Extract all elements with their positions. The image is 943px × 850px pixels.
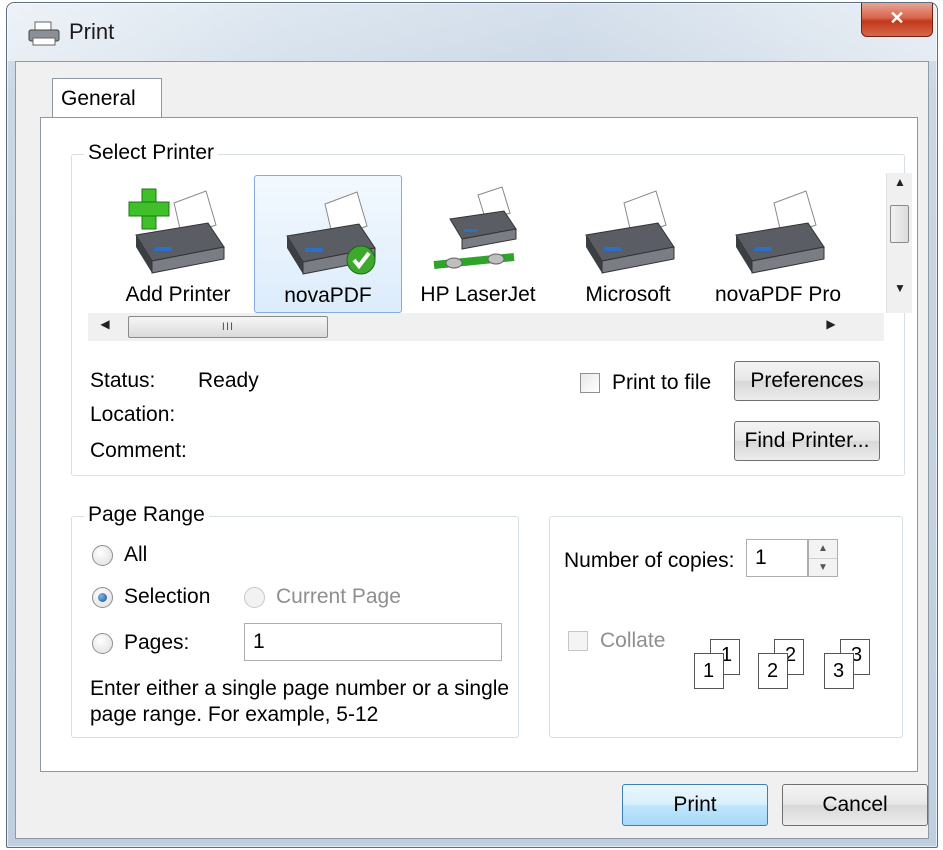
comment-label: Comment: bbox=[90, 439, 187, 462]
copies-input[interactable] bbox=[746, 539, 808, 577]
printer-list-horizontal-scrollbar[interactable]: ◀ III ▶ bbox=[88, 313, 884, 341]
horizontal-scroll-thumb[interactable]: III bbox=[128, 316, 328, 338]
collate-label: Collate bbox=[600, 629, 666, 652]
page-icon: 1 bbox=[694, 653, 724, 689]
status-label: Status: bbox=[90, 369, 156, 392]
page-range-group: Page Range All Selection Current Page Pa… bbox=[71, 503, 519, 738]
printer-label: novaPDF Pro bbox=[714, 283, 842, 306]
all-radio[interactable] bbox=[92, 545, 113, 566]
page-range-label: Page Range bbox=[84, 503, 209, 527]
tab-general[interactable]: General bbox=[52, 78, 162, 118]
collate-checkbox[interactable] bbox=[568, 631, 588, 651]
pages-radio-label[interactable]: Pages: bbox=[124, 631, 189, 655]
network-printer-icon bbox=[433, 186, 517, 269]
scroll-left-icon[interactable]: ◀ bbox=[92, 317, 118, 339]
current-page-radio[interactable] bbox=[244, 587, 265, 608]
add-printer-icon bbox=[128, 188, 225, 274]
find-printer-button[interactable]: Find Printer... bbox=[734, 421, 880, 461]
printer-item-hp-laserjet[interactable]: HP LaserJet bbox=[404, 175, 552, 313]
printer-list[interactable]: Add Printer novaPDF HP LaserJet Microsof… bbox=[88, 173, 884, 333]
printer-item-microsoft[interactable]: Microsoft bbox=[554, 175, 702, 313]
select-printer-label: Select Printer bbox=[84, 141, 219, 165]
copies-group: Number of copies: ▲ ▼ Collate 1 1 2 2 3 … bbox=[549, 516, 903, 738]
copies-spinner[interactable]: ▲ ▼ bbox=[808, 539, 838, 577]
copies-label: Number of copies: bbox=[564, 549, 735, 572]
spin-down-icon[interactable]: ▼ bbox=[809, 558, 837, 576]
print-button[interactable]: Print bbox=[622, 784, 768, 826]
printer-label: HP LaserJet bbox=[420, 283, 536, 306]
pages-radio[interactable] bbox=[92, 633, 113, 654]
dialog-body: General Select Printer Add Printer novaP… bbox=[15, 61, 929, 839]
printer-icon bbox=[735, 190, 825, 274]
select-printer-group: Select Printer Add Printer novaPDF HP La… bbox=[71, 141, 912, 476]
printer-label: Add Printer bbox=[125, 283, 231, 306]
general-tab-panel: Select Printer Add Printer novaPDF HP La… bbox=[40, 117, 918, 772]
printer-default-icon bbox=[286, 191, 376, 275]
preferences-button[interactable]: Preferences bbox=[734, 361, 880, 401]
selection-radio[interactable] bbox=[92, 587, 113, 608]
page-icon: 3 bbox=[824, 653, 854, 689]
title-bar[interactable]: Print ✕ bbox=[7, 3, 937, 61]
scroll-up-icon[interactable]: ▲ bbox=[887, 175, 913, 197]
spin-up-icon[interactable]: ▲ bbox=[809, 540, 837, 558]
close-button[interactable]: ✕ bbox=[861, 3, 933, 37]
selection-radio-label[interactable]: Selection bbox=[124, 585, 210, 609]
printer-label: Microsoft bbox=[585, 283, 671, 306]
status-value: Ready bbox=[198, 369, 259, 392]
cancel-button[interactable]: Cancel bbox=[782, 784, 928, 826]
pages-input[interactable] bbox=[244, 623, 502, 661]
current-page-radio-label: Current Page bbox=[276, 585, 401, 608]
vertical-scroll-thumb[interactable] bbox=[890, 205, 909, 243]
print-to-file-checkbox[interactable] bbox=[580, 373, 600, 393]
dialog-title: Print bbox=[69, 19, 115, 44]
page-icon: 2 bbox=[758, 653, 788, 689]
print-to-file-label[interactable]: Print to file bbox=[612, 371, 711, 395]
scroll-right-icon[interactable]: ▶ bbox=[818, 317, 844, 339]
scroll-down-icon[interactable]: ▼ bbox=[887, 281, 913, 303]
print-dialog: Print ✕ General Select Printer Add Print… bbox=[6, 2, 938, 848]
page-range-help-line2: page range. For example, 5-12 bbox=[90, 703, 379, 726]
printer-label: novaPDF bbox=[284, 284, 372, 307]
printer-item-novapdf[interactable]: novaPDF bbox=[254, 175, 402, 313]
printer-list-vertical-scrollbar[interactable]: ▲ ▼ bbox=[886, 173, 912, 313]
printer-item-novapdf-pro[interactable]: novaPDF Pro bbox=[704, 175, 852, 313]
printer-item-add-printer[interactable]: Add Printer bbox=[104, 175, 252, 313]
location-label: Location: bbox=[90, 403, 176, 426]
printer-icon bbox=[585, 190, 675, 274]
printer-icon bbox=[28, 21, 60, 46]
page-range-help-line1: Enter either a single page number or a s… bbox=[90, 677, 510, 700]
all-radio-label[interactable]: All bbox=[124, 543, 147, 567]
